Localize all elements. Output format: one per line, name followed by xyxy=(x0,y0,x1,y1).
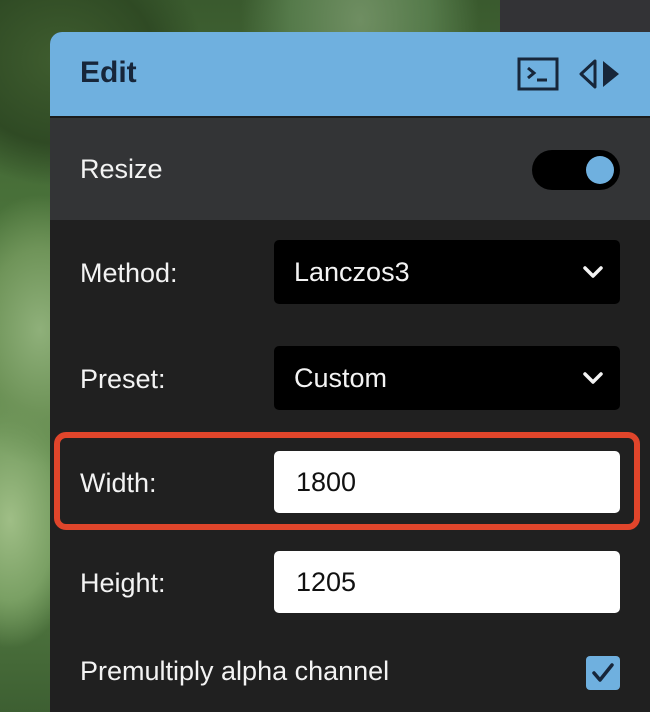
preset-value: Custom xyxy=(294,363,388,393)
method-select[interactable]: Lanczos3 xyxy=(274,240,620,304)
resize-label: Resize xyxy=(80,154,163,184)
chevron-down-icon xyxy=(583,372,603,384)
width-input[interactable]: 1800 xyxy=(274,451,620,513)
panel-header: Edit xyxy=(50,32,650,116)
header-icons xyxy=(516,56,622,92)
terminal-icon[interactable] xyxy=(516,56,560,92)
chevron-down-icon xyxy=(583,266,603,278)
height-input[interactable]: 1205 xyxy=(274,551,620,613)
resize-row: Resize xyxy=(50,116,650,220)
preset-label: Preset: xyxy=(80,364,166,394)
premultiply-label: Premultiply alpha channel xyxy=(80,656,390,686)
premultiply-checkbox[interactable] xyxy=(586,656,620,690)
check-icon xyxy=(592,663,614,682)
resize-toggle[interactable] xyxy=(532,150,620,190)
panel-title: Edit xyxy=(80,56,137,89)
collapse-arrows-icon[interactable] xyxy=(578,56,622,92)
height-label: Height: xyxy=(80,568,166,598)
method-value: Lanczos3 xyxy=(294,257,410,287)
edit-panel: Edit Resize Method: Lanczos3 Preset: Cus… xyxy=(50,32,650,712)
method-label: Method: xyxy=(80,258,178,288)
preset-select[interactable]: Custom xyxy=(274,346,620,410)
width-value: 1800 xyxy=(296,467,357,497)
toggle-knob xyxy=(586,156,614,184)
height-value: 1205 xyxy=(296,567,357,597)
width-label: Width: xyxy=(80,468,157,498)
